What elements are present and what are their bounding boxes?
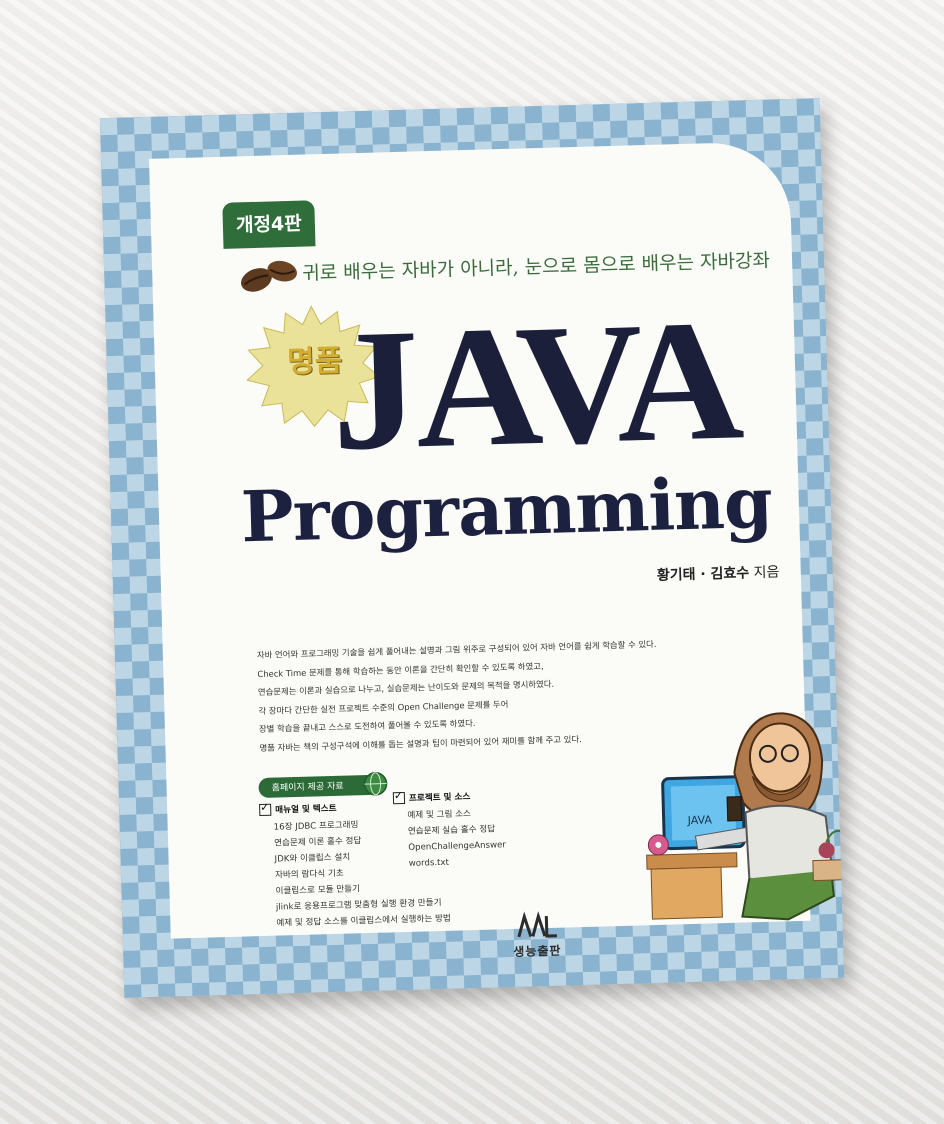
programmer-illustration: JAVA bbox=[646, 712, 844, 921]
edition-tab: 개정4판 bbox=[222, 200, 316, 249]
project-heading-label: 프로젝트 및 소스 bbox=[408, 792, 471, 804]
manual-heading-label: 매뉴얼 및 텍스트 bbox=[275, 803, 337, 816]
title-java: JAVA bbox=[328, 284, 743, 487]
tagline: 귀로 배우는 자바가 아니라, 눈으로 몸으로 배우는 자바강좌 bbox=[301, 249, 771, 285]
checkbox-icon bbox=[392, 791, 406, 805]
homepage-label: 홈페이지 제공 자료 bbox=[258, 774, 379, 799]
project-list: 프로젝트 및 소스 예제 및 그림 소스 연습문제 실습 홀수 정답 OpenC… bbox=[392, 789, 507, 872]
publisher: 생능출판 bbox=[512, 910, 562, 960]
authors: 황기태 · 김효수 지음 bbox=[657, 561, 780, 584]
authors-suffix: 지음 bbox=[753, 564, 780, 582]
book-cover: 개정4판 귀로 배우는 자바가 아니라, 눈으로 몸으로 배우는 자바강좌 명품… bbox=[99, 98, 845, 998]
project-heading: 프로젝트 및 소스 bbox=[392, 789, 505, 805]
coffee-beans-icon bbox=[241, 260, 297, 292]
list-item: OpenChallengeAnswer bbox=[408, 840, 507, 853]
author-names: 황기태 · 김효수 bbox=[656, 565, 750, 584]
title-programming: Programming bbox=[239, 460, 773, 559]
globe-icon bbox=[363, 772, 388, 796]
publisher-logo-icon bbox=[517, 911, 557, 938]
monitor-label: JAVA bbox=[687, 813, 713, 827]
cover-panel: 개정4판 귀로 배우는 자바가 아니라, 눈으로 몸으로 배우는 자바강좌 명품… bbox=[149, 140, 844, 959]
publisher-name: 생능출판 bbox=[513, 943, 562, 960]
list-item: words.txt bbox=[408, 857, 450, 869]
checkbox-icon bbox=[259, 803, 272, 817]
